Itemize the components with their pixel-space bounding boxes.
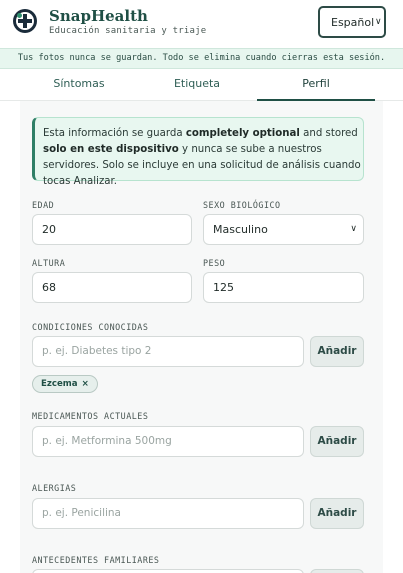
- add-allergy-button[interactable]: Añadir: [310, 498, 364, 529]
- height-input[interactable]: 68: [32, 272, 192, 303]
- privacy-banner-text: Tus fotos nunca se guardan. Todo se elim…: [17, 53, 386, 63]
- medical-cross-icon: [13, 9, 37, 33]
- tab-label[interactable]: Etiqueta: [138, 70, 256, 101]
- condition-chip[interactable]: Ezcema ×: [32, 375, 98, 393]
- app-title: SnapHealth: [49, 7, 148, 25]
- privacy-info-text: Esta información se guarda completely op…: [43, 128, 361, 187]
- conditions-placeholder: p. ej. Diabetes tipo 2: [42, 345, 152, 357]
- family-history-label: ANTECEDENTES FAMILIARES: [32, 555, 160, 565]
- allergies-input[interactable]: p. ej. Penicilina: [32, 498, 304, 529]
- add-family-history-button[interactable]: [310, 569, 364, 573]
- height-label: ALTURA: [32, 258, 66, 268]
- sex-select[interactable]: Masculino ∨: [203, 214, 364, 245]
- conditions-input[interactable]: p. ej. Diabetes tipo 2: [32, 336, 304, 367]
- chevron-down-icon: ∨: [375, 17, 382, 27]
- sex-label: SEXO BIOLÓGICO: [203, 200, 281, 210]
- app-tagline: Educación sanitaria y triaje: [49, 26, 207, 36]
- medications-input[interactable]: p. ej. Metformina 500mg: [32, 426, 304, 457]
- sex-value: Masculino: [213, 223, 268, 236]
- language-value: Español: [331, 16, 375, 29]
- medications-label: MEDICAMENTOS ACTUALES: [32, 411, 149, 421]
- privacy-banner: Tus fotos nunca se guardan. Todo se elim…: [0, 48, 403, 69]
- conditions-label: CONDICIONES CONOCIDAS: [32, 322, 149, 332]
- add-medication-button[interactable]: Añadir: [310, 426, 364, 457]
- tab-profile[interactable]: Perfil: [257, 70, 375, 101]
- allergies-placeholder: p. ej. Penicilina: [42, 507, 121, 519]
- weight-label: PESO: [203, 258, 226, 268]
- language-select[interactable]: Español ∨: [318, 6, 386, 38]
- weight-value: 125: [213, 281, 234, 294]
- add-condition-button[interactable]: Añadir: [310, 336, 364, 367]
- allergies-label: ALERGIAS: [32, 483, 77, 493]
- age-input[interactable]: 20: [32, 214, 192, 245]
- age-label: EDAD: [32, 200, 55, 210]
- family-history-input[interactable]: [32, 569, 304, 573]
- age-value: 20: [42, 223, 56, 236]
- medications-placeholder: p. ej. Metformina 500mg: [42, 435, 172, 447]
- app-header: SnapHealth Educación sanitaria y triaje …: [0, 0, 403, 46]
- close-icon[interactable]: ×: [82, 379, 89, 389]
- tab-bar: Síntomas Etiqueta Perfil: [0, 70, 403, 101]
- privacy-info-box: Esta información se guarda completely op…: [32, 117, 364, 187]
- weight-input[interactable]: 125: [203, 272, 364, 303]
- height-value: 68: [42, 281, 56, 294]
- tab-symptoms[interactable]: Síntomas: [20, 70, 138, 101]
- chevron-down-icon: ∨: [350, 224, 357, 234]
